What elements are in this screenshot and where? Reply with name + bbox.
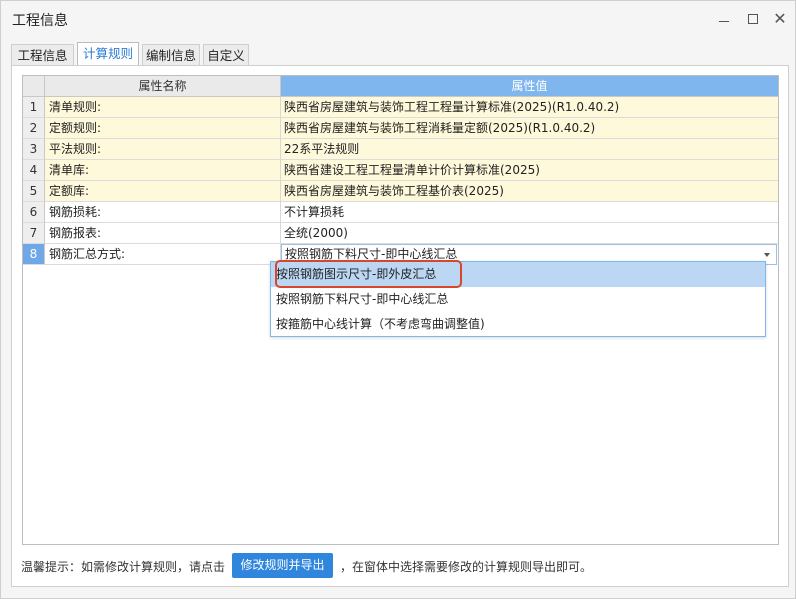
combobox-value: 按照钢筋下料尺寸-即中心线汇总 [285, 247, 458, 261]
property-name: 平法规则: [45, 139, 281, 160]
window-title: 工程信息 [12, 13, 68, 29]
title-bar: 工程信息 ✕ [1, 1, 795, 39]
table-row[interactable]: 1 清单规则: 陕西省房屋建筑与装饰工程工程量计算标准(2025)(R1.0.4… [23, 97, 778, 118]
minimize-icon [719, 21, 729, 22]
maximize-button[interactable] [743, 9, 763, 29]
table-row[interactable]: 6 钢筋损耗: 不计算损耗 [23, 202, 778, 223]
close-icon: ✕ [773, 9, 787, 28]
row-number: 5 [23, 181, 45, 202]
property-value[interactable]: 全统(2000) [281, 223, 778, 244]
row-number: 6 [23, 202, 45, 223]
dropdown-option[interactable]: 按照钢筋下料尺寸-即中心线汇总 [271, 287, 765, 312]
table-row[interactable]: 7 钢筋报表: 全统(2000) [23, 223, 778, 244]
row-number: 3 [23, 139, 45, 160]
close-button[interactable]: ✕ [770, 9, 790, 29]
row-number: 8 [23, 244, 45, 265]
tab-compile-info[interactable]: 编制信息 [142, 44, 200, 66]
property-name: 钢筋汇总方式: [45, 244, 281, 265]
tab-custom[interactable]: 自定义 [203, 44, 249, 66]
header-property-name: 属性名称 [45, 76, 281, 97]
property-name: 定额库: [45, 181, 281, 202]
tab-bar: 工程信息 计算规则 编制信息 自定义 [11, 42, 791, 67]
row-number: 7 [23, 223, 45, 244]
hint-text-after: ，在窗体中选择需要修改的计算规则导出即可。 [340, 560, 593, 574]
property-value[interactable]: 陕西省建设工程工程量清单计价计算标准(2025) [281, 160, 778, 181]
chevron-down-icon[interactable] [764, 253, 770, 257]
property-value[interactable]: 22系平法规则 [281, 139, 778, 160]
property-name: 清单库: [45, 160, 281, 181]
tab-calc-rules[interactable]: 计算规则 [77, 42, 139, 67]
table-row[interactable]: 4 清单库: 陕西省建设工程工程量清单计价计算标准(2025) [23, 160, 778, 181]
property-value[interactable]: 陕西省房屋建筑与装饰工程基价表(2025) [281, 181, 778, 202]
property-value[interactable]: 不计算损耗 [281, 202, 778, 223]
modify-rules-export-button[interactable]: 修改规则并导出 [232, 553, 333, 578]
tab-project-info[interactable]: 工程信息 [11, 44, 74, 66]
property-name: 定额规则: [45, 118, 281, 139]
table-row[interactable]: 5 定额库: 陕西省房屋建筑与装饰工程基价表(2025) [23, 181, 778, 202]
table-row[interactable]: 2 定额规则: 陕西省房屋建筑与装饰工程消耗量定额(2025)(R1.0.40.… [23, 118, 778, 139]
dropdown-option[interactable]: 按照钢筋图示尺寸-即外皮汇总 [271, 262, 765, 287]
header-property-value: 属性值 [281, 76, 778, 97]
hint-text: 温馨提示：如需修改计算规则，请点击 [21, 560, 226, 574]
property-value[interactable]: 陕西省房屋建筑与装饰工程工程量计算标准(2025)(R1.0.40.2) [281, 97, 778, 118]
property-name: 钢筋报表: [45, 223, 281, 244]
property-name: 钢筋损耗: [45, 202, 281, 223]
dropdown-option[interactable]: 按箍筋中心线计算（不考虑弯曲调整值) [271, 312, 765, 337]
maximize-icon [748, 14, 758, 24]
project-info-window: 工程信息 ✕ 工程信息 计算规则 编制信息 自定义 属性名称 属性值 1 清单规… [0, 0, 796, 599]
minimize-button[interactable] [714, 9, 734, 29]
row-number: 1 [23, 97, 45, 118]
grid-corner [23, 76, 45, 97]
table-row[interactable]: 3 平法规则: 22系平法规则 [23, 139, 778, 160]
property-name: 清单规则: [45, 97, 281, 118]
property-value[interactable]: 陕西省房屋建筑与装饰工程消耗量定额(2025)(R1.0.40.2) [281, 118, 778, 139]
row-number: 4 [23, 160, 45, 181]
rebar-summary-dropdown: 按照钢筋图示尺寸-即外皮汇总 按照钢筋下料尺寸-即中心线汇总 按箍筋中心线计算（… [270, 261, 766, 337]
row-number: 2 [23, 118, 45, 139]
